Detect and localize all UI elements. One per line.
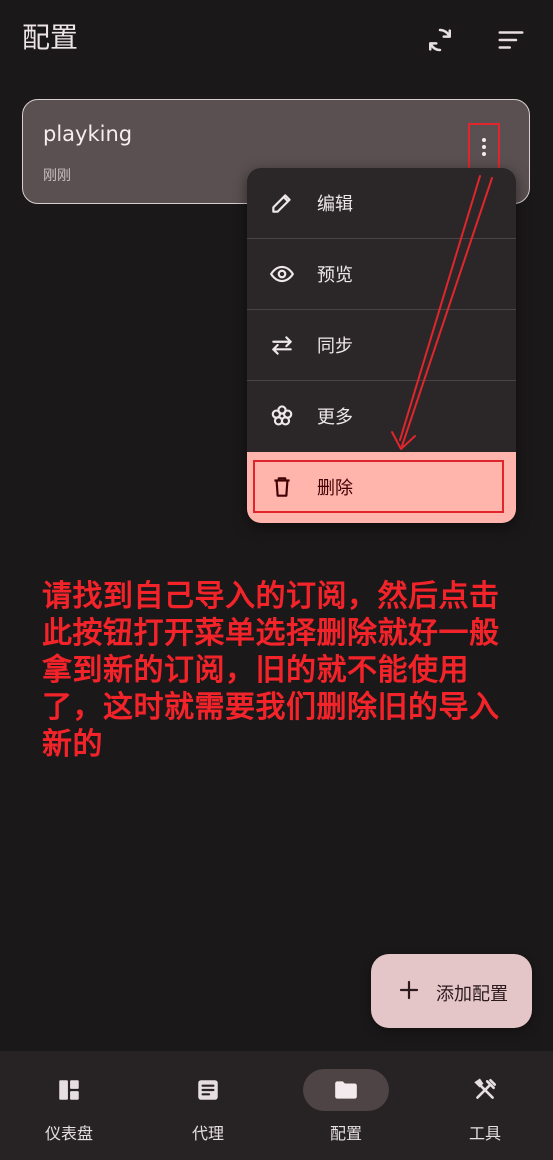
dashboard-icon (59, 1080, 79, 1100)
menu-item-sync[interactable]: 同步 (247, 310, 516, 381)
add-profile-label: 添加配置 (436, 984, 508, 1005)
menu-item-edit[interactable]: 编辑 (247, 168, 516, 239)
proxy-icon (198, 1080, 218, 1100)
delete-highlight-box (253, 460, 504, 513)
eye-icon (269, 265, 295, 283)
menu-item-label: 更多 (317, 407, 353, 428)
folder-icon (335, 1081, 357, 1099)
nav-label: 配置 (329, 1124, 362, 1143)
nav-label: 工具 (468, 1124, 501, 1143)
nav-item-proxy[interactable]: 代理 (153, 1051, 263, 1160)
bottom-nav: 仪表盘 代理 配置 工具 (0, 1051, 553, 1160)
menu-item-preview[interactable]: 预览 (247, 239, 516, 310)
menu-item-more[interactable]: 更多 (247, 381, 516, 452)
more-vert-icon[interactable] (468, 123, 500, 170)
more-icon (271, 405, 293, 426)
nav-label: 代理 (191, 1124, 224, 1143)
menu-item-label: 预览 (317, 265, 353, 286)
plus-icon (399, 980, 419, 1000)
tools-icon (474, 1078, 497, 1099)
menu-item-label: 同步 (317, 336, 353, 357)
sync-icon[interactable] (422, 22, 458, 58)
edit-icon (272, 194, 291, 213)
profile-updated-time: 刚刚 (43, 168, 71, 184)
page-title: 配置 (22, 21, 79, 54)
nav-label: 仪表盘 (44, 1124, 93, 1143)
sort-icon[interactable] (493, 22, 529, 58)
nav-item-dashboard[interactable]: 仪表盘 (14, 1051, 124, 1160)
profile-name: playking (43, 122, 133, 146)
add-profile-button[interactable]: 添加配置 (371, 954, 532, 1028)
nav-item-tools[interactable]: 工具 (430, 1051, 540, 1160)
menu-item-label: 编辑 (317, 194, 353, 215)
sync-arrows-icon (272, 336, 292, 355)
nav-item-profiles[interactable]: 配置 (291, 1051, 401, 1160)
instruction-annotation: 请找到自己导入的订阅，然后点击此按钮打开菜单选择删除就好一般拿到新的订阅，旧的就… (42, 579, 500, 762)
